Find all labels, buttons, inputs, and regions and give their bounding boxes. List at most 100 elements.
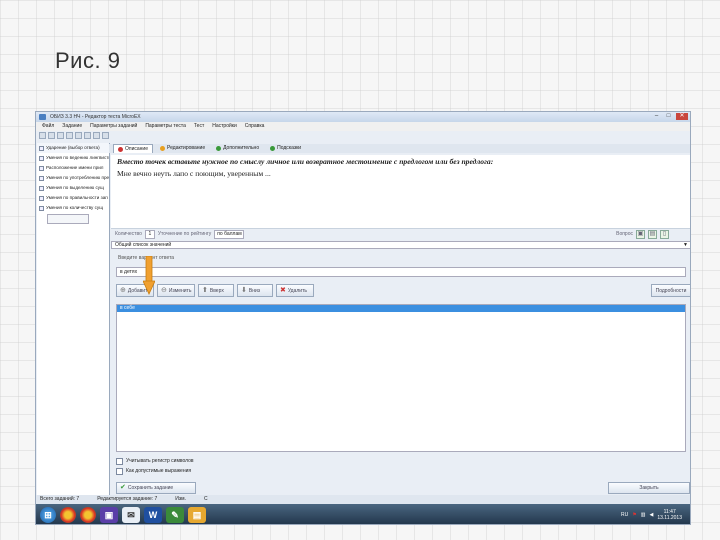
menu-test[interactable]: Тест <box>194 122 204 131</box>
score-bar: Количество 1 Уточнение по рейтингу по ба… <box>111 229 690 239</box>
answers-list[interactable]: в себе <box>116 304 686 452</box>
weight-label: Уточнение по рейтингу <box>157 231 212 237</box>
tab-description[interactable]: Описание <box>113 144 154 153</box>
word-icon[interactable]: W <box>144 507 162 523</box>
system-tray: RU ⚑ ▥ ◀ 11:47 13.11.2013 <box>621 509 690 521</box>
status-extra: С <box>204 496 208 502</box>
answer-input[interactable]: в детях <box>116 267 686 277</box>
orange-arrow-annotation <box>143 256 155 295</box>
down-button[interactable]: ⬇ Вниз <box>237 284 273 297</box>
toolbar <box>36 131 111 140</box>
task-list-item[interactable]: Умения по употреблению пред <box>37 173 109 183</box>
close-button[interactable]: ✕ <box>676 113 688 120</box>
checkbox-icon <box>116 467 123 475</box>
tab-hints[interactable]: Подсказки <box>266 144 305 153</box>
open-icon[interactable] <box>48 132 55 139</box>
points-label: Количество <box>115 231 142 237</box>
settings-icon[interactable] <box>93 132 100 139</box>
tab-additional[interactable]: Дополнительно <box>212 144 263 153</box>
maximize-button[interactable]: □ <box>664 113 673 120</box>
hints-icon <box>270 146 276 151</box>
points-field[interactable]: 1 <box>144 229 155 239</box>
answer-buttons: ⊕ Добавить ⊖ Изменить ⬆ Вверх ⬇ Вниз ✖ Удалит… <box>116 284 690 298</box>
description-icon <box>118 146 123 152</box>
delete-icon: ✖ <box>280 286 286 294</box>
menu-task[interactable]: Задание <box>62 122 82 131</box>
up-button[interactable]: ⬆ Вверх <box>198 284 234 297</box>
menu-bar: Файл Задание Параметры заданий Параметры… <box>36 122 690 131</box>
minimize-button[interactable]: – <box>652 113 661 120</box>
menu-help[interactable]: Справка <box>245 122 265 131</box>
details-button[interactable]: Подробности <box>651 284 690 297</box>
checkbox-icon <box>39 175 44 181</box>
question-text-area[interactable]: Вместо точек вставьте нужное по смыслу л… <box>111 155 690 229</box>
save-task-button[interactable]: ✔ Сохранить задание <box>116 482 196 494</box>
taskbar: ⊞ ▣ ✉ W ✎ ▤ RU ⚑ ▥ ◀ 11:47 13.11.2013 <box>36 504 690 524</box>
menu-settings[interactable]: Настройки <box>212 122 237 131</box>
answer-type-select[interactable]: Общий список значений ▼ <box>111 241 690 249</box>
tools-icon[interactable]: ✎ <box>166 507 184 523</box>
chrome-icon[interactable] <box>60 507 76 523</box>
checkbox-icon <box>39 155 44 161</box>
clock[interactable]: 11:47 13.11.2013 <box>657 509 682 521</box>
flag-icon[interactable]: ⚑ <box>632 512 636 518</box>
task-list-item[interactable]: Умения по ведению лингвистич <box>37 153 109 163</box>
edit-button[interactable]: ⊖ Изменить <box>157 284 195 297</box>
status-modified: Изм. <box>175 496 186 502</box>
picture-icon[interactable]: ▤ <box>648 229 657 239</box>
answer-type-value: Общий список значений <box>115 242 172 248</box>
additional-icon <box>216 146 222 151</box>
new-icon[interactable] <box>39 132 46 139</box>
save-app-icon[interactable]: ▣ <box>100 507 118 523</box>
status-total: Всего заданий: 7 <box>40 496 80 502</box>
checkbox-icon <box>39 205 44 211</box>
picture-viewer-icon[interactable]: ▤ <box>188 507 206 523</box>
volume-icon[interactable]: ◀ <box>649 512 653 518</box>
checkmark-icon: ✔ <box>120 484 126 491</box>
up-icon[interactable] <box>66 132 73 139</box>
menu-test-params[interactable]: Параметры теста <box>145 122 186 131</box>
menu-file[interactable]: Файл <box>42 122 54 131</box>
close-task-button[interactable]: Закрыть <box>608 482 690 494</box>
window-title: ОБИЗ 3.3 НЧ - Редактор теста MicroEX <box>50 114 141 120</box>
network-icon[interactable]: ▥ <box>641 512 646 518</box>
score-bar-right: Вопрос ▣ ▤ ▯ <box>616 229 690 239</box>
language-indicator[interactable]: RU <box>621 512 628 518</box>
tab-editing[interactable]: Редактирование <box>156 144 209 153</box>
checkbox-icon <box>39 145 44 151</box>
image-icon[interactable]: ▣ <box>636 229 645 239</box>
window-controls: – □ ✕ <box>652 113 688 120</box>
case-sensitive-option[interactable]: Учитывать регистр символов <box>116 456 194 466</box>
task-list-item[interactable]: Умения по выделению сущ <box>37 183 109 193</box>
filter-icon[interactable] <box>84 132 91 139</box>
title-bar: ОБИЗ 3.3 НЧ - Редактор теста MicroEX – □… <box>36 112 690 122</box>
list-item[interactable]: в себе <box>117 305 685 312</box>
page-icon[interactable]: ▯ <box>660 229 669 239</box>
figure-caption: Рис. 9 <box>55 48 121 73</box>
status-bar: Всего заданий: 7 Редактируется задание: … <box>36 495 690 504</box>
checkbox-icon <box>116 457 123 465</box>
checkbox-icon <box>39 165 44 171</box>
delete-button[interactable]: ✖ Удалить <box>276 284 314 297</box>
add-task-field[interactable] <box>47 214 89 224</box>
checkbox-icon <box>39 185 44 191</box>
weight-select[interactable]: по баллам <box>214 229 245 239</box>
task-list-item[interactable]: Расположение имени прил <box>37 163 109 173</box>
arrow-up-icon: ⬆ <box>202 286 208 294</box>
task-list-item[interactable]: Ударение (выбор ответа) <box>37 143 109 153</box>
task-list-item[interactable]: Умения по правильности зап <box>37 193 109 203</box>
plus-icon: ⊕ <box>120 286 126 294</box>
start-button-icon[interactable]: ⊞ <box>40 507 56 523</box>
document-icon[interactable]: ✉ <box>122 507 140 523</box>
editor-window: ОБИЗ 3.3 НЧ - Редактор теста MicroEX – □… <box>35 111 691 525</box>
arrow-down-icon: ⬇ <box>241 286 247 294</box>
chrome-icon[interactable] <box>80 507 96 523</box>
down-icon[interactable] <box>75 132 82 139</box>
status-current: Редактируется задание: 7 <box>97 496 158 502</box>
menu-task-params[interactable]: Параметры заданий <box>90 122 137 131</box>
task-list-panel: Ударение (выбор ответа) Умения по ведени… <box>37 143 110 514</box>
allowed-expressions-option[interactable]: Как допустимые выражения <box>116 466 194 476</box>
help-icon[interactable] <box>102 132 109 139</box>
task-list-item[interactable]: Умения по количеству сущ <box>37 203 109 213</box>
save-icon[interactable] <box>57 132 64 139</box>
